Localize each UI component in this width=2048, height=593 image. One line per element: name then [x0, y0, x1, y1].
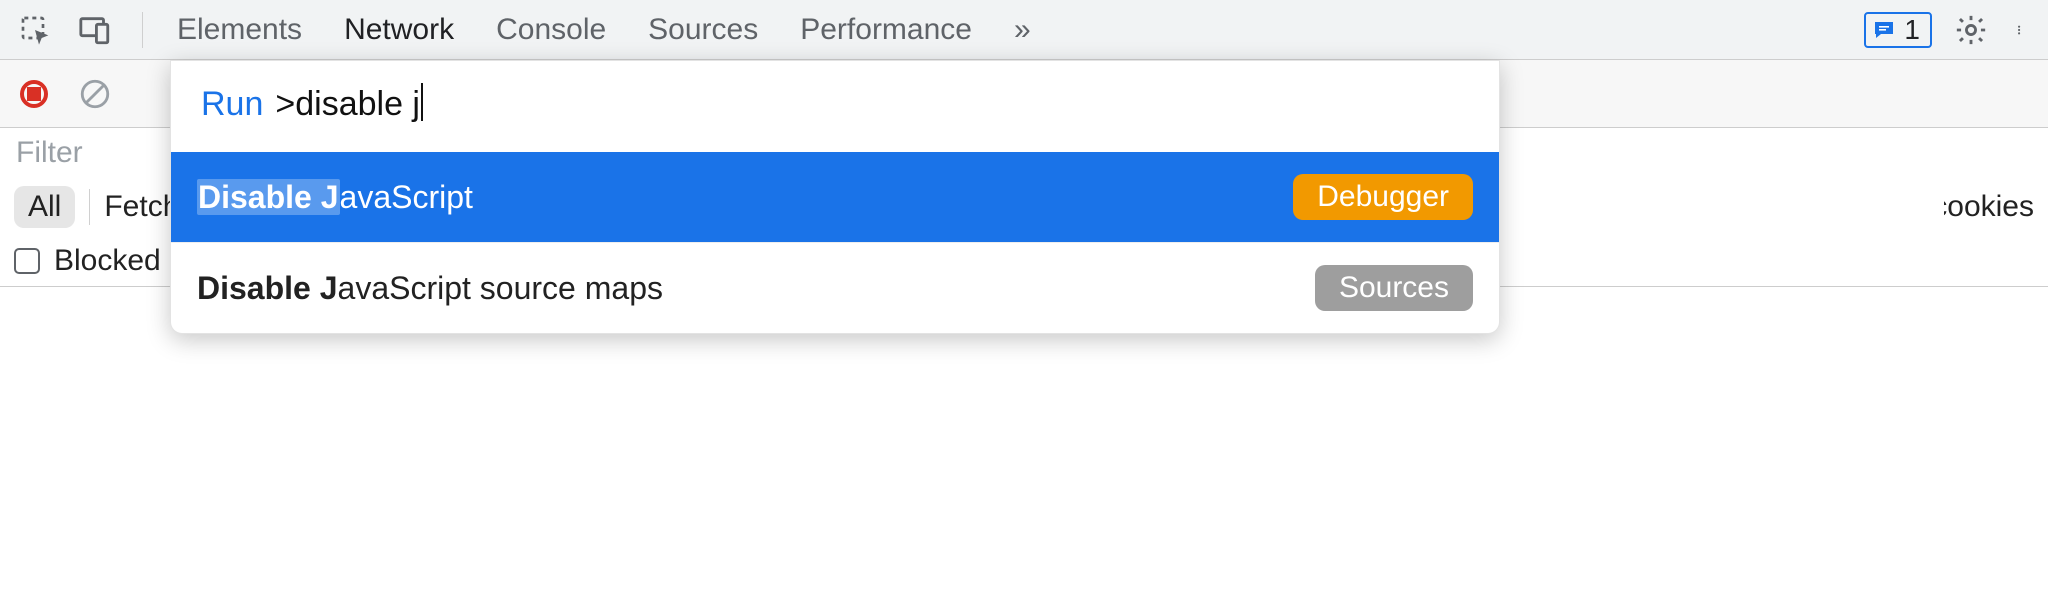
- blocked-requests-label: Blocked requests: [54, 244, 174, 278]
- devtools-tabbar: Elements Network Console Sources Perform…: [0, 0, 2048, 60]
- tab-console[interactable]: Console: [484, 7, 618, 53]
- tab-network[interactable]: Network: [332, 7, 466, 53]
- text-caret-icon: [421, 83, 423, 121]
- kebab-menu-icon[interactable]: [2010, 9, 2034, 51]
- filter-input[interactable]: Filter: [14, 136, 83, 170]
- command-item-match: Disable J: [197, 179, 340, 215]
- record-button[interactable]: [20, 80, 48, 108]
- command-menu-input[interactable]: Run >disable j: [171, 61, 1499, 152]
- command-item-rest: avaScript: [340, 179, 473, 215]
- tab-elements[interactable]: Elements: [165, 7, 314, 53]
- tabbar-separator: [142, 12, 143, 48]
- clear-button[interactable]: [78, 77, 112, 111]
- command-menu-item[interactable]: Disable JavaScript source maps Sources: [171, 243, 1499, 333]
- filter-cookies-label: 3rd-party cookies: [1944, 190, 2034, 224]
- command-item-badge: Sources: [1315, 265, 1473, 311]
- blocked-requests-checkbox[interactable]: [14, 248, 40, 274]
- filter-chip-all[interactable]: All: [14, 186, 75, 228]
- comment-icon: [1872, 18, 1896, 42]
- command-item-badge: Debugger: [1293, 174, 1473, 220]
- tabs-overflow-icon[interactable]: »: [1002, 7, 1039, 53]
- settings-gear-icon[interactable]: [1950, 9, 1992, 51]
- issues-badge[interactable]: 1: [1864, 12, 1932, 48]
- command-menu-prefix: Run: [201, 85, 263, 124]
- filter-chip-separator: [89, 189, 90, 225]
- tab-performance[interactable]: Performance: [788, 7, 984, 53]
- command-menu: Run >disable j Disable JavaScript Debugg…: [170, 60, 1500, 334]
- command-item-match: Disable J: [197, 270, 338, 306]
- issues-count: 1: [1904, 14, 1920, 46]
- record-indicator-icon: [27, 87, 41, 101]
- command-menu-query: >disable j: [275, 83, 423, 124]
- inspect-element-icon[interactable]: [14, 9, 56, 51]
- tab-sources[interactable]: Sources: [636, 7, 770, 53]
- command-item-rest: avaScript source maps: [338, 270, 663, 306]
- device-toggle-icon[interactable]: [74, 9, 116, 51]
- command-menu-item[interactable]: Disable JavaScript Debugger: [171, 152, 1499, 242]
